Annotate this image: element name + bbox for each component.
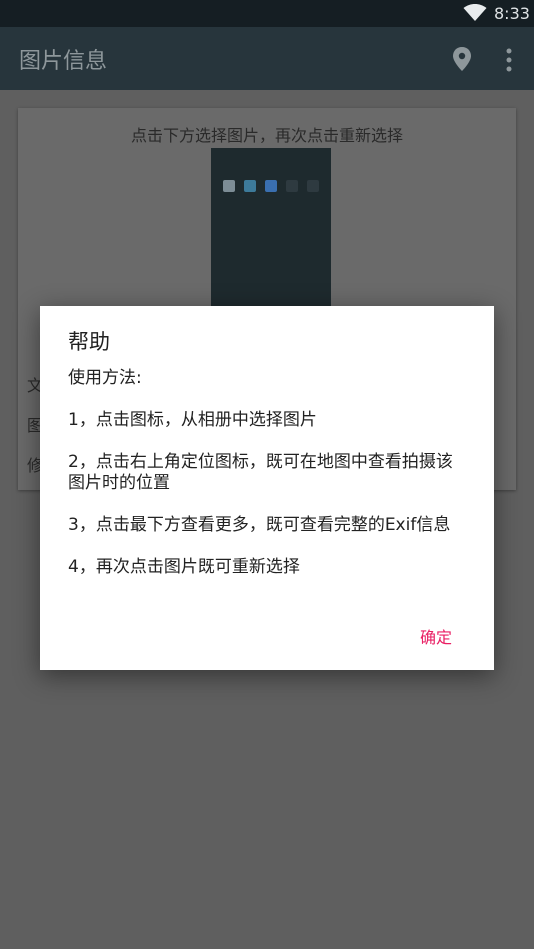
help-step-2: 2，点击右上角定位图标，既可在地图中查看拍摄该图片时的位置 [68,452,453,493]
status-time: 8:33 [494,4,530,23]
help-step-4: 4，再次点击图片既可重新选择 [68,557,300,577]
wifi-icon [463,4,487,21]
more-vert-icon[interactable] [501,47,517,73]
location-pin-icon[interactable] [451,46,473,72]
status-bar: 8:33 [0,0,534,27]
usage-heading: 使用方法: [68,368,142,388]
dialog-title: 帮助 [68,330,110,354]
select-image-hint: 点击下方选择图片，再次点击重新选择 [130,126,403,145]
page-title: 图片信息 [19,49,108,74]
help-step-1: 1，点击图标，从相册中选择图片 [68,410,317,430]
ok-button[interactable]: 确定 [420,624,452,648]
help-step-3: 3，点击最下方查看更多，既可查看完整的Exif信息 [68,515,451,535]
help-dialog: 帮助 使用方法: 1，点击图标，从相册中选择图片 2，点击右上角定位图标，既可在… [40,306,494,670]
app-bar: 图片信息 [0,27,534,90]
